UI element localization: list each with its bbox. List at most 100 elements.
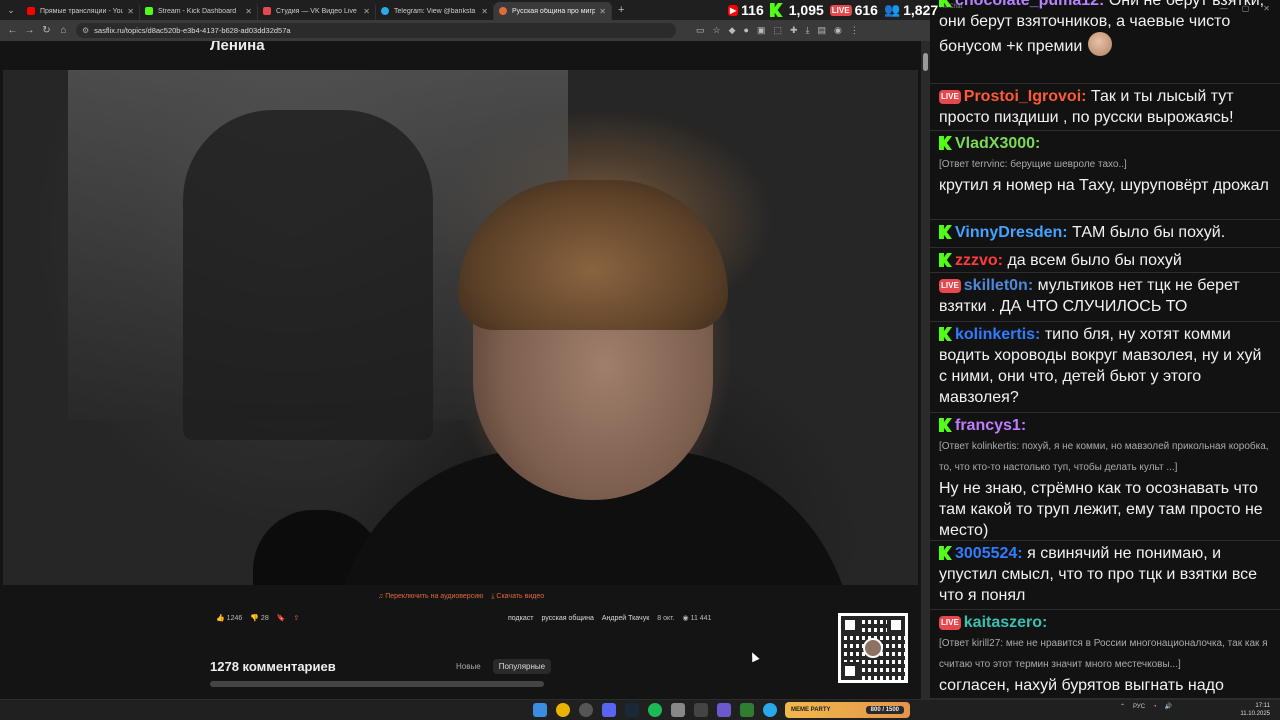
- close-tab-icon[interactable]: ✕: [127, 7, 134, 16]
- kick-icon: [939, 418, 952, 432]
- close-tab-icon[interactable]: ✕: [245, 7, 252, 16]
- qr-finder: [841, 662, 859, 680]
- users-icon: 👥: [883, 2, 901, 17]
- windows-start-icon[interactable]: [533, 703, 547, 717]
- tab-vk[interactable]: Студия — VK Видео Live ✕: [258, 2, 376, 20]
- tab-kick[interactable]: Stream - Kick Dashboard ✕: [140, 2, 258, 20]
- qr-pattern: [841, 616, 905, 680]
- page-content: Ленина ♫ Переключить на аудиоверсию ⤓ Ск…: [0, 41, 921, 699]
- share-icon[interactable]: ⇪: [293, 614, 299, 622]
- menu-icon[interactable]: ⋮: [850, 25, 859, 36]
- download-video-label: Скачать видео: [496, 593, 545, 600]
- sidebar-icon[interactable]: ▤: [818, 25, 827, 36]
- dislike-button[interactable]: 👎 28: [250, 614, 268, 622]
- cast-icon[interactable]: ▭: [696, 25, 705, 36]
- chat-username[interactable]: francys1:: [955, 417, 1026, 434]
- maximize-icon[interactable]: ▢: [1242, 4, 1250, 13]
- app-icon[interactable]: [671, 703, 685, 717]
- kick-icon: [939, 546, 952, 560]
- spotify-icon[interactable]: [648, 703, 662, 717]
- tab-youtube[interactable]: Прямые трансляции - YouTube ✕: [22, 2, 140, 20]
- comments-heading: 1278 комментариев: [210, 659, 336, 674]
- chat-username[interactable]: chocolate_puma12:: [955, 0, 1104, 9]
- kick-icon: [939, 327, 952, 341]
- chat-username[interactable]: VinnyDresden:: [955, 224, 1068, 241]
- extension-icon[interactable]: ▣: [757, 25, 766, 36]
- volume-icon[interactable]: 🔊: [1165, 703, 1172, 710]
- puzzle-icon[interactable]: ✚: [790, 25, 798, 36]
- tab-title: Студия — VK Видео Live: [276, 7, 357, 15]
- qr-finder: [841, 616, 859, 634]
- chat-window-controls: — ▢ ✕: [1170, 0, 1280, 16]
- close-tab-icon[interactable]: ✕: [481, 7, 488, 16]
- tag-chip[interactable]: русская община: [541, 615, 593, 622]
- chat-username[interactable]: zzzvo:: [955, 252, 1003, 269]
- app-icon[interactable]: [694, 703, 708, 717]
- tab-sasflix[interactable]: Русская община про мигр ✕: [494, 2, 612, 20]
- audio-version-link[interactable]: ♫ Переключить на аудиоверсию: [378, 593, 483, 601]
- bookmark-star-icon[interactable]: ☆: [713, 25, 721, 36]
- download-video-link[interactable]: ⤓ Скачать видео: [491, 593, 544, 601]
- chat-message: VladX3000: [Ответ terrvinc: берущие шевро…: [930, 131, 1280, 220]
- views: ◉ 11 441: [683, 614, 712, 622]
- steam-icon[interactable]: [625, 703, 639, 717]
- chat-message: zzzvo: да всем было бы похуй: [930, 248, 1280, 273]
- sort-new-button[interactable]: Новые: [450, 659, 487, 674]
- vk-viewers: 616: [854, 2, 878, 18]
- tag-chip[interactable]: Андрей Ткачук: [602, 615, 649, 622]
- home-icon[interactable]: ⌂: [55, 25, 72, 36]
- telegram-icon[interactable]: [763, 703, 777, 717]
- back-icon[interactable]: ←: [4, 25, 21, 36]
- app-icon[interactable]: [717, 703, 731, 717]
- tray-chevron-icon[interactable]: ⌃: [1120, 703, 1125, 710]
- extension-icon[interactable]: ●: [744, 25, 749, 36]
- app-icon[interactable]: [740, 703, 754, 717]
- meme-party-widget[interactable]: MEME PARTY 800 / 1500: [785, 702, 910, 718]
- telegram-icon: [381, 7, 389, 15]
- tag-chip[interactable]: подкаст: [508, 615, 533, 622]
- vk-icon: [263, 7, 271, 15]
- chat-text: согласен, нахуй бурятов выгнать надо: [939, 677, 1224, 694]
- wifi-icon[interactable]: ◔: [1153, 704, 1157, 710]
- scrollbar-thumb[interactable]: [923, 53, 928, 71]
- tab-telegram[interactable]: Telegram: View @banksta ✕: [376, 2, 494, 20]
- extension-icon[interactable]: ◆: [729, 25, 736, 36]
- chat-username[interactable]: Prostoi_Igrovoi:: [964, 88, 1087, 105]
- comment-input-placeholder[interactable]: [210, 681, 544, 687]
- extension-icon[interactable]: ⬚: [773, 25, 782, 36]
- discord-icon[interactable]: [602, 703, 616, 717]
- download-icon[interactable]: ⤓: [806, 25, 810, 36]
- site-info-icon[interactable]: ⚙: [82, 26, 89, 35]
- url-field[interactable]: ⚙ sasflix.ru/topics/d8ac520b-e3b4-4137-b…: [76, 23, 676, 38]
- close-icon[interactable]: ✕: [1263, 4, 1270, 13]
- dislike-count: 28: [260, 615, 269, 622]
- forward-icon[interactable]: →: [21, 25, 38, 36]
- profile-icon[interactable]: ◉: [834, 25, 842, 36]
- taskbar-apps: [533, 703, 777, 717]
- sasflix-icon: [499, 7, 507, 15]
- kick-icon: [769, 3, 783, 17]
- thumbs-down-icon: 👎: [250, 615, 259, 622]
- chat-username[interactable]: skillet0n:: [964, 277, 1033, 294]
- chat-username[interactable]: VladX3000:: [955, 135, 1040, 152]
- sort-popular-button[interactable]: Популярные: [492, 659, 552, 674]
- chat-username[interactable]: kaitaszero:: [964, 614, 1048, 631]
- page-scrollbar[interactable]: [921, 41, 930, 699]
- minimize-icon[interactable]: —: [1220, 4, 1228, 13]
- obs-icon[interactable]: [579, 703, 593, 717]
- like-button[interactable]: 👍 1246: [216, 614, 242, 622]
- close-tab-icon[interactable]: ✕: [599, 7, 606, 16]
- bookmark-icon[interactable]: 🔖: [277, 614, 286, 622]
- tab-list-icon[interactable]: ⌄: [0, 0, 22, 20]
- reload-icon[interactable]: ↻: [38, 25, 55, 36]
- screen: { "browser": { "tabs": [ {"title": "Прям…: [0, 0, 1280, 720]
- close-tab-icon[interactable]: ✕: [363, 7, 370, 16]
- video-player[interactable]: [3, 70, 918, 585]
- chat-reply-quote: [Ответ kirill27: мне не нравится в Росси…: [939, 638, 1268, 670]
- system-clock[interactable]: 17:11 11.10.2025: [1240, 702, 1270, 718]
- chrome-icon[interactable]: [556, 703, 570, 717]
- chat-username[interactable]: 3005524:: [955, 545, 1023, 562]
- language-indicator[interactable]: РУС: [1133, 704, 1145, 710]
- new-tab-icon[interactable]: +: [618, 4, 624, 16]
- chat-username[interactable]: kolinkertis:: [955, 326, 1040, 343]
